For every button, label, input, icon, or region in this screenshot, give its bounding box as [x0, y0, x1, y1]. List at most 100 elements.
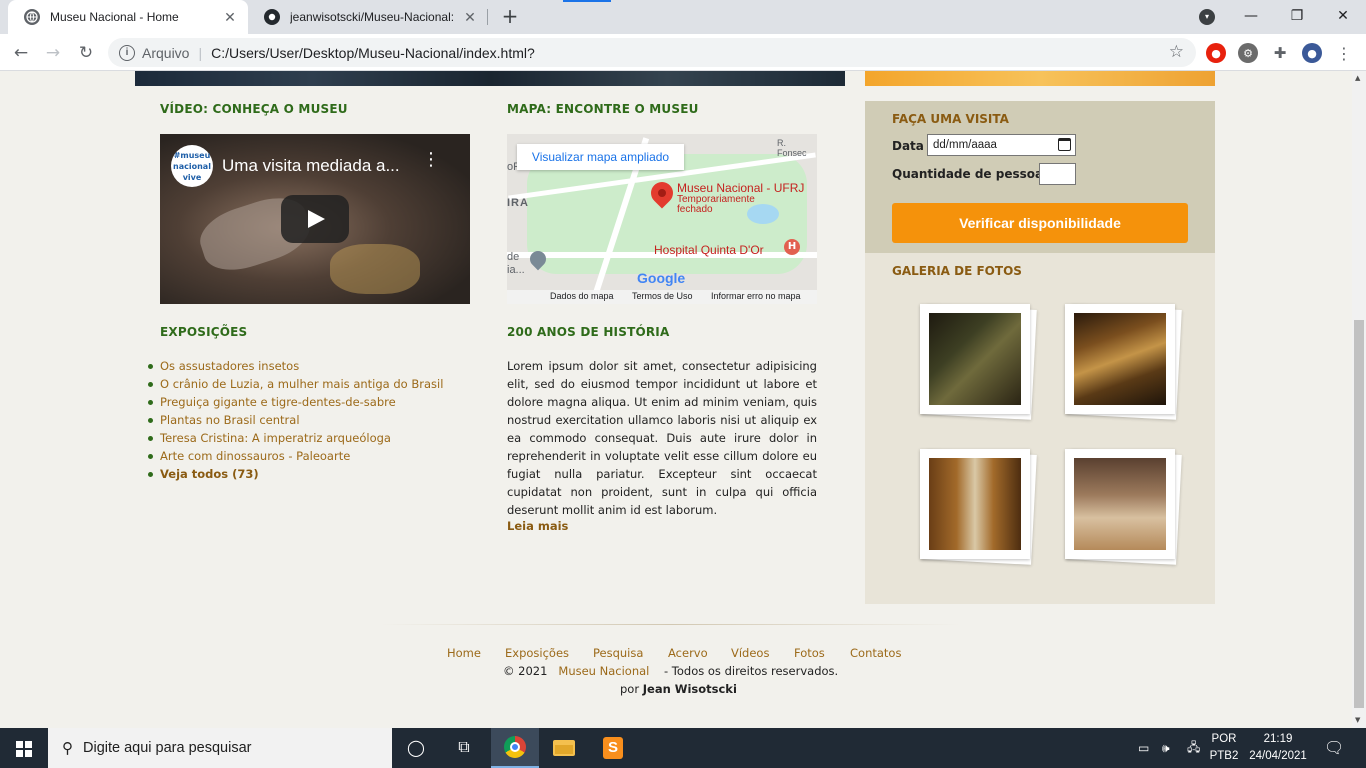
- close-window-icon[interactable]: ✕: [1320, 0, 1366, 34]
- expo-link[interactable]: Plantas no Brasil central: [147, 411, 443, 429]
- copyright-prefix: © 2021: [503, 664, 548, 678]
- map-hospital-label[interactable]: Hospital Quinta D'Or: [654, 243, 764, 257]
- footer-link-acervo[interactable]: Acervo: [668, 646, 708, 660]
- quantity-input[interactable]: [1039, 163, 1076, 185]
- map-data-link[interactable]: Dados do mapa: [550, 291, 614, 301]
- close-tab-icon[interactable]: ✕: [458, 9, 482, 26]
- restore-icon[interactable]: ❐: [1274, 0, 1320, 34]
- gallery-image[interactable]: [1074, 313, 1166, 405]
- footer-link-contatos[interactable]: Contatos: [850, 646, 901, 660]
- map-place-name[interactable]: Museu Nacional - UFRJ: [677, 181, 804, 195]
- brand-link[interactable]: Museu Nacional: [558, 664, 649, 678]
- scroll-down-icon[interactable]: ▼: [1355, 716, 1360, 724]
- map-place-status: Temporariamente fechado: [677, 194, 755, 215]
- forward-arrow-icon[interactable]: →: [40, 40, 66, 66]
- tab-title: jeanwisotscki/Museu-Nacional: P: [290, 10, 458, 24]
- close-tab-icon[interactable]: ✕: [218, 9, 242, 26]
- windows-logo-icon: [16, 741, 32, 757]
- scroll-up-icon[interactable]: ▲: [1355, 74, 1360, 82]
- settings-extension-icon[interactable]: ⚙: [1238, 43, 1258, 63]
- see-all-expos-link[interactable]: Veja todos (73): [147, 465, 443, 483]
- calendar-icon[interactable]: [1058, 138, 1071, 151]
- gallery-image[interactable]: [1074, 458, 1166, 550]
- clock[interactable]: 21:19 24/04/2021: [1245, 731, 1311, 765]
- author-name: Jean Wisotscki: [642, 682, 737, 696]
- scrollbar-thumb[interactable]: [1354, 320, 1364, 708]
- expo-link[interactable]: Arte com dinossauros - Paleoarte: [147, 447, 443, 465]
- footer-link-pesquisa[interactable]: Pesquisa: [593, 646, 643, 660]
- reload-icon[interactable]: ↻: [73, 40, 99, 66]
- tab-search-icon[interactable]: ▾: [1199, 9, 1215, 25]
- address-bar[interactable]: i Arquivo | C:/Users/User/Desktop/Museu-…: [108, 38, 1196, 67]
- youtube-video-embed[interactable]: #museu nacional vive Uma visita mediada …: [160, 134, 470, 304]
- bookmark-star-icon[interactable]: ☆: [1169, 42, 1184, 62]
- video-more-icon[interactable]: ⋮: [422, 151, 440, 169]
- map-terms-link[interactable]: Termos de Uso: [632, 291, 693, 301]
- url-text[interactable]: C:/Users/User/Desktop/Museu-Nacional/ind…: [211, 45, 535, 61]
- map-report-link[interactable]: Informar erro no mapa: [711, 291, 801, 301]
- footer-link-exposicoes[interactable]: Exposições: [505, 646, 569, 660]
- gallery-image[interactable]: [929, 458, 1021, 550]
- footer-link-home[interactable]: Home: [447, 646, 481, 660]
- video-title[interactable]: Uma visita mediada a...: [222, 156, 422, 176]
- expo-link[interactable]: Os assustadores insetos: [147, 357, 443, 375]
- author-prefix: por: [620, 682, 640, 696]
- tab-github-repo[interactable]: jeanwisotscki/Museu-Nacional: P ✕: [248, 0, 488, 34]
- gallery-photo[interactable]: [920, 304, 1037, 420]
- info-icon[interactable]: i: [119, 44, 135, 61]
- page-scrollbar[interactable]: ▲ ▼: [1352, 71, 1366, 728]
- extensions-puzzle-icon[interactable]: ✚: [1270, 43, 1290, 63]
- taskbar-search-box[interactable]: ⚲ Digite aqui para pesquisar: [48, 728, 392, 768]
- task-view-icon[interactable]: ⧉: [440, 728, 488, 768]
- expo-link[interactable]: Teresa Cristina: A imperatriz arqueóloga: [147, 429, 443, 447]
- tab-museu-nacional-home[interactable]: Museu Nacional - Home ✕: [8, 0, 248, 34]
- footer-link-videos[interactable]: Vídeos: [731, 646, 769, 660]
- network-icon[interactable]: 🖧: [1187, 728, 1200, 768]
- taskbar-search-placeholder: Digite aqui para pesquisar: [83, 740, 252, 756]
- address-divider: |: [198, 44, 203, 61]
- chrome-taskbar-icon[interactable]: [491, 728, 539, 768]
- back-arrow-icon[interactable]: ←: [8, 40, 34, 66]
- gallery-image[interactable]: [929, 313, 1021, 405]
- view-larger-map-link[interactable]: Visualizar mapa ampliado: [517, 144, 684, 170]
- gallery-photo[interactable]: [1065, 304, 1182, 420]
- file-explorer-taskbar-icon[interactable]: [540, 728, 588, 768]
- gallery-title: GALERIA DE FOTOS: [892, 264, 1022, 278]
- footer-link-fotos[interactable]: Fotos: [794, 646, 825, 660]
- new-tab-plus-icon[interactable]: +: [498, 4, 522, 28]
- history-section-title: 200 ANOS DE HISTÓRIA: [507, 325, 670, 339]
- adblock-extension-icon[interactable]: ●: [1206, 43, 1226, 63]
- notifications-icon[interactable]: 🗨: [1324, 728, 1344, 768]
- gallery-photo[interactable]: [1065, 449, 1182, 565]
- google-map-embed[interactable]: R. Fonsec IRA de ia... oF Visualizar map…: [507, 134, 817, 304]
- read-more-link[interactable]: Leia mais: [507, 519, 568, 533]
- visit-title: FAÇA UMA VISITA: [892, 112, 1009, 126]
- gallery-photo[interactable]: [920, 449, 1037, 565]
- author-credit: por Jean Wisotscki: [620, 682, 737, 696]
- channel-logo[interactable]: #museu nacional vive: [171, 145, 213, 187]
- visit-form: FAÇA UMA VISITA Data dd/mm/aaaa Quantida…: [865, 101, 1215, 253]
- expo-link[interactable]: Preguiça gigante e tigre-dentes-de-sabre: [147, 393, 443, 411]
- github-icon: [264, 9, 280, 25]
- play-button-icon[interactable]: [281, 195, 349, 243]
- sublime-text-taskbar-icon[interactable]: S: [589, 728, 637, 768]
- hospital-pin-icon[interactable]: H: [784, 239, 800, 255]
- browser-menu-icon[interactable]: ⋮: [1334, 43, 1354, 63]
- expo-link[interactable]: O crânio de Luzia, a mulher mais antiga …: [147, 375, 443, 393]
- photo-frame: [1065, 449, 1175, 559]
- profile-avatar[interactable]: ●: [1302, 43, 1322, 63]
- photo-frame: [920, 449, 1030, 559]
- volume-icon[interactable]: 🕪: [1162, 728, 1170, 768]
- cortana-icon[interactable]: ◯: [392, 728, 440, 768]
- battery-icon[interactable]: ▭: [1138, 728, 1149, 768]
- date-label: Data: [892, 139, 924, 153]
- video-thumbnail-shape: [330, 244, 420, 294]
- language-indicator[interactable]: POR PTB2: [1207, 731, 1241, 765]
- tab-loading-indicator: [563, 0, 611, 2]
- start-button[interactable]: [0, 728, 48, 768]
- sublime-icon: S: [603, 737, 623, 759]
- check-availability-button[interactable]: Verificar disponibilidade: [892, 203, 1188, 243]
- web-page: VÍDEO: CONHEÇA O MUSEU #museu nacional v…: [0, 71, 1352, 728]
- date-input[interactable]: dd/mm/aaaa: [927, 134, 1076, 156]
- minimize-icon[interactable]: —: [1228, 0, 1274, 34]
